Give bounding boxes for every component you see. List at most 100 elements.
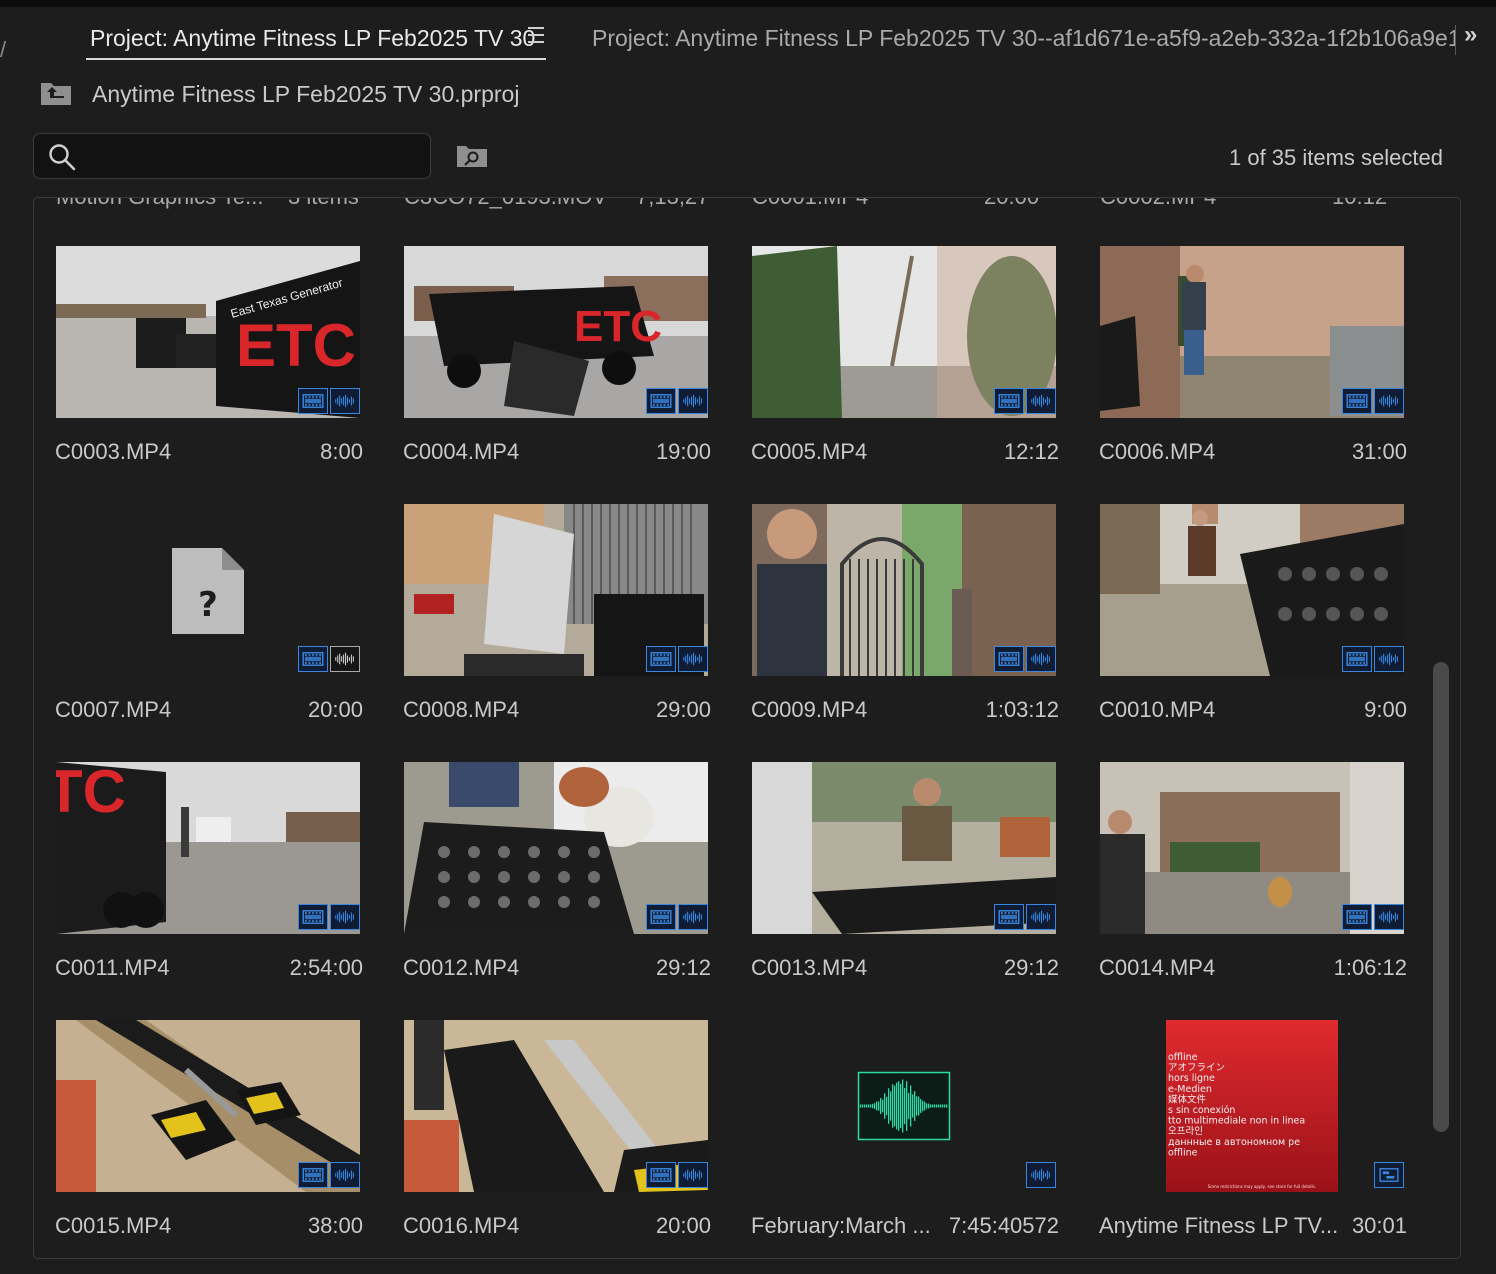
panel-menu-icon[interactable] <box>528 27 548 47</box>
panel-edge-marker: / <box>0 37 7 62</box>
audio-track-icon <box>1026 388 1056 414</box>
media-type-badges <box>1374 1162 1404 1188</box>
tab-project-active[interactable]: Project: Anytime Fitness LP Feb2025 TV 3… <box>90 25 535 52</box>
audio-track-icon <box>330 646 360 672</box>
search-box[interactable] <box>33 133 431 179</box>
clip-name[interactable]: C0015.MP4 <box>55 1213 171 1239</box>
clip-duration: 30:01 <box>1351 1213 1407 1238</box>
clip-name[interactable]: C0014.MP4 <box>1099 955 1215 981</box>
svg-text:?: ? <box>198 585 218 625</box>
clip-name[interactable]: C0016.MP4 <box>403 1213 519 1239</box>
clip-name[interactable]: C0011.MP4 <box>55 955 170 981</box>
active-tab-underline <box>86 58 546 60</box>
media-type-badges <box>1342 904 1404 930</box>
peek-item-name: Motion Graphics Te... <box>56 198 263 209</box>
clip-name[interactable]: C0012.MP4 <box>403 955 519 981</box>
clip-item[interactable]: February:March ... 7:45:40572 <box>751 1020 1059 1258</box>
clip-item[interactable]: C0008.MP4 29:00 <box>403 504 711 744</box>
clip-item[interactable]: TC C0011.MP4 2:54:00 <box>55 762 363 1002</box>
clip-duration: 2:54:00 <box>289 955 363 980</box>
clip-duration: 1:03:12 <box>985 697 1059 722</box>
clip-duration: 31:00 <box>1351 439 1407 464</box>
media-type-badges <box>646 1162 708 1188</box>
clip-duration: 29:12 <box>655 955 711 980</box>
media-type-badges <box>646 904 708 930</box>
clip-item[interactable]: ETC C0004.MP4 19:00 <box>403 246 711 486</box>
clip-item[interactable]: C0006.MP4 31:00 <box>1099 246 1407 486</box>
offline-text-line: hors ligne <box>1168 1073 1215 1084</box>
window-top-strip <box>0 0 1496 7</box>
clip-name[interactable]: C0004.MP4 <box>403 439 519 465</box>
clip-item[interactable]: offline アオフライン hors ligne e-Medien 媒体文件 s sin… <box>1099 1020 1407 1258</box>
clip-item[interactable]: C0010.MP4 9:00 <box>1099 504 1407 744</box>
clip-duration: 19:00 <box>655 439 711 464</box>
tab-project-inactive[interactable]: Project: Anytime Fitness LP Feb2025 TV 3… <box>592 25 1456 52</box>
clip-duration: 8:00 <box>320 439 363 464</box>
project-file-name: Anytime Fitness LP Feb2025 TV 30.prproj <box>92 81 520 107</box>
find-in-bin-icon[interactable] <box>456 144 488 168</box>
clip-duration: 20:00 <box>307 697 363 722</box>
selection-status: 1 of 35 items selected <box>1228 145 1443 170</box>
clip-name[interactable]: Anytime Fitness LP TV... <box>1099 1213 1338 1239</box>
clip-duration: 20:00 <box>655 1213 711 1238</box>
clip-item[interactable]: C0009.MP4 1:03:12 <box>751 504 1059 744</box>
clip-name[interactable]: C0010.MP4 <box>1099 697 1215 723</box>
vertical-scrollbar[interactable] <box>1433 662 1449 1132</box>
clip-name[interactable]: C0003.MP4 <box>55 439 171 465</box>
clip-item[interactable]: C0015.MP4 38:00 <box>55 1020 363 1258</box>
clip-name[interactable]: C0009.MP4 <box>751 697 867 723</box>
clip-thumbnail[interactable]: offline アオフライン hors ligne e-Medien 媒体文件 s sin… <box>1100 1020 1404 1192</box>
clip-duration: 7:45:40572 <box>948 1213 1059 1238</box>
audio-track-icon <box>678 1162 708 1188</box>
clip-name[interactable]: C0008.MP4 <box>403 697 519 723</box>
audio-track-icon <box>678 646 708 672</box>
clip-name[interactable]: C0006.MP4 <box>1099 439 1215 465</box>
clip-name[interactable]: C0005.MP4 <box>751 439 867 465</box>
clip-name[interactable]: C0007.MP4 <box>55 697 171 723</box>
video-track-icon <box>298 904 328 930</box>
tab-bar: / Project: Anytime Fitness LP Feb2025 TV… <box>0 7 1496 65</box>
video-track-icon <box>298 388 328 414</box>
media-type-badges <box>298 904 360 930</box>
clip-item[interactable]: C0005.MP4 12:12 <box>751 246 1059 486</box>
clip-item[interactable]: C0012.MP4 29:12 <box>403 762 711 1002</box>
audio-track-icon <box>1026 904 1056 930</box>
video-track-icon <box>994 388 1024 414</box>
video-track-icon <box>298 646 328 672</box>
clip-item[interactable]: ? C0007.MP4 20:00 <box>55 504 363 744</box>
audio-track-icon <box>1026 1162 1056 1188</box>
clip-item[interactable]: C0016.MP4 20:00 <box>403 1020 711 1258</box>
audio-track-icon <box>678 388 708 414</box>
peek-item-duration: 7,13,27 <box>636 198 709 209</box>
clip-duration: 29:12 <box>1003 955 1059 980</box>
folder-up-icon[interactable] <box>40 80 72 106</box>
audio-track-icon <box>678 904 708 930</box>
peek-item-duration: 20:00 <box>984 198 1039 209</box>
media-type-badges <box>298 388 360 414</box>
breadcrumb: Anytime Fitness LP Feb2025 TV 30.prproj <box>0 68 1496 120</box>
clip-thumbnail[interactable] <box>752 1020 1056 1192</box>
clip-item[interactable]: C0014.MP4 1:06:12 <box>1099 762 1407 1002</box>
video-track-icon <box>1342 646 1372 672</box>
sequence-icon <box>1374 1162 1404 1188</box>
search-input[interactable] <box>90 142 424 172</box>
audio-track-icon <box>1374 388 1404 414</box>
clip-duration: 9:00 <box>1364 697 1407 722</box>
media-type-badges <box>646 388 708 414</box>
video-track-icon <box>1342 388 1372 414</box>
clip-item[interactable]: ETC East Texas Generator C0003.MP4 8:00 <box>55 246 363 486</box>
audio-track-icon <box>1026 646 1056 672</box>
clip-name[interactable]: February:March ... <box>751 1213 931 1239</box>
video-track-icon <box>646 1162 676 1188</box>
video-track-icon <box>646 388 676 414</box>
clip-name[interactable]: C0013.MP4 <box>751 955 867 981</box>
video-track-icon <box>646 904 676 930</box>
media-type-badges <box>1342 388 1404 414</box>
clip-item[interactable]: C0013.MP4 29:12 <box>751 762 1059 1002</box>
peek-item-name: C0001.MP4 <box>752 198 868 209</box>
media-type-badges <box>994 904 1056 930</box>
clip-duration: 12:12 <box>1003 439 1059 464</box>
audio-waveform-icon <box>857 1071 951 1141</box>
tab-overflow-icon[interactable]: » <box>1464 21 1478 49</box>
offline-text-line: 오프라인 <box>1168 1126 1203 1137</box>
